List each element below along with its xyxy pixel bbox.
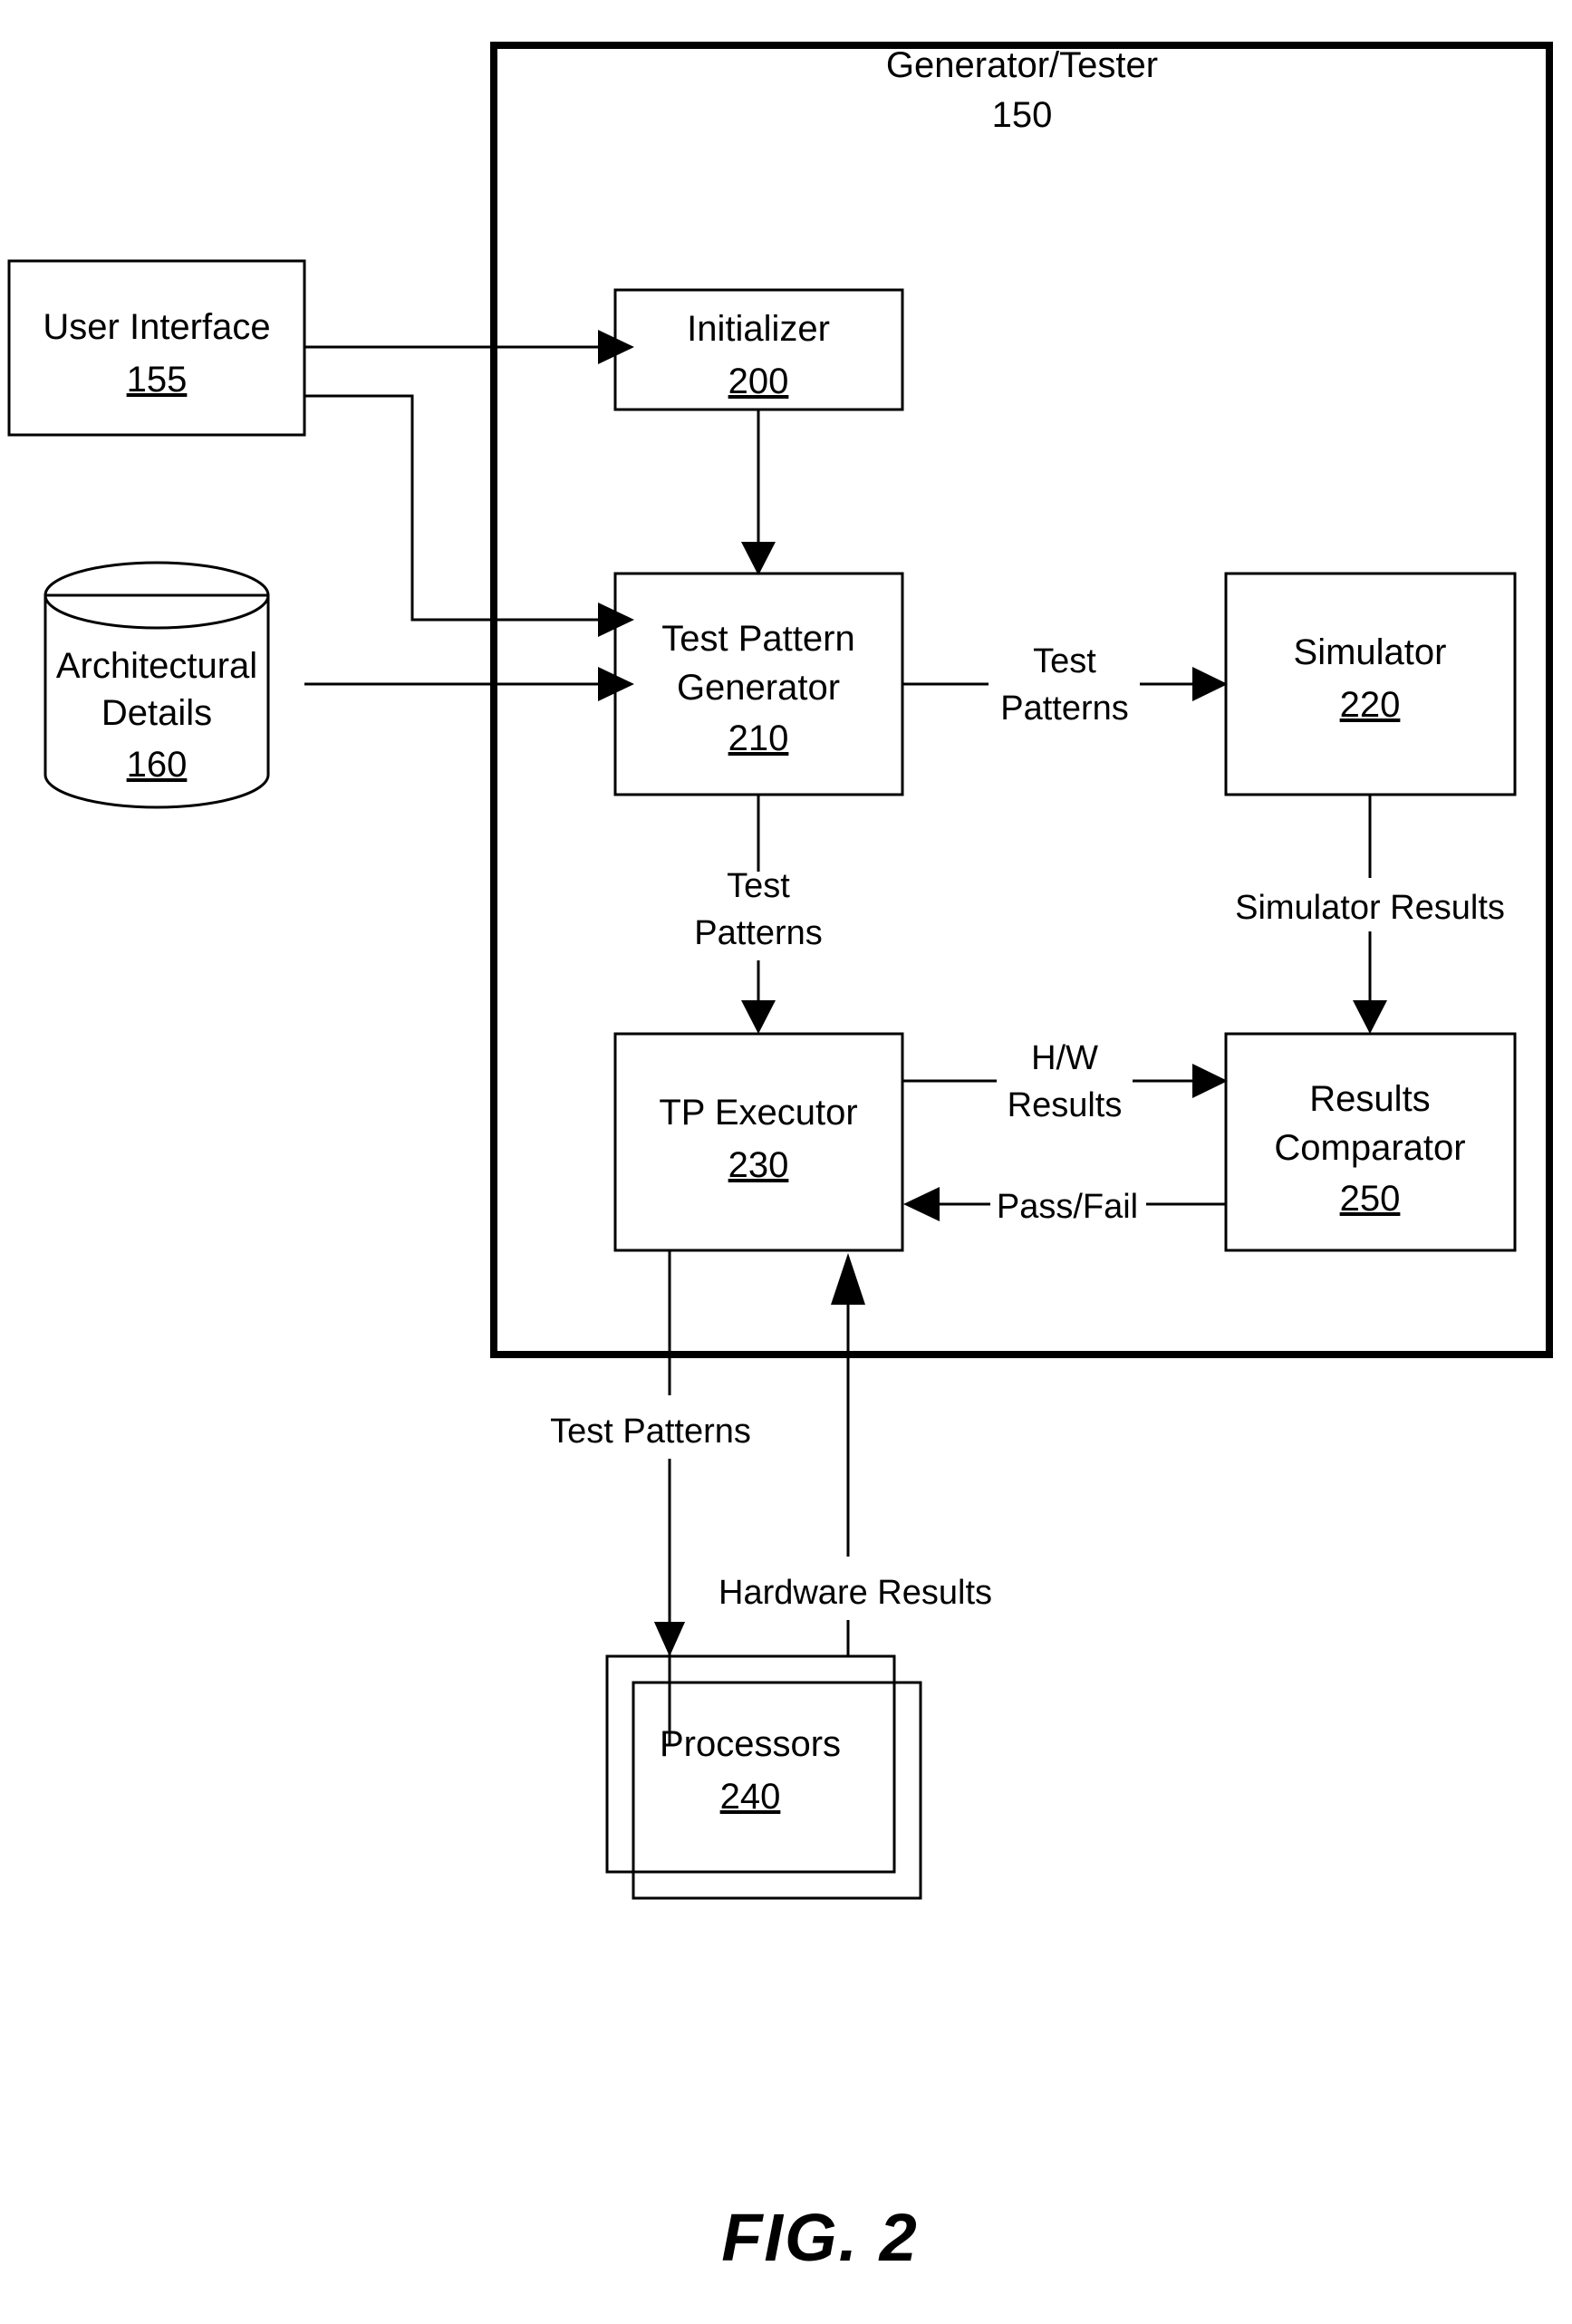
edge-label-processors-to-executor: Hardware Results: [718, 1574, 992, 1612]
node-ref-simulator: 220: [1340, 685, 1401, 725]
node-simulator: [1224, 572, 1517, 796]
node-label-tp-executor: TP Executor: [659, 1093, 857, 1133]
node-label-user-interface: User Interface: [43, 307, 270, 347]
node-ref-initializer: 200: [728, 362, 789, 401]
node-ref-tp-executor: 230: [728, 1145, 789, 1185]
node-label-test-pattern-generator-line2: Generator: [677, 668, 840, 708]
edge-label-executor-to-comparator-line2: Results: [1008, 1086, 1123, 1124]
node-label-processors: Processors: [660, 1724, 841, 1764]
edge-label-tpg-to-simulator-line1: Test: [1033, 642, 1096, 680]
edge-label-tpg-to-simulator-line2: Patterns: [1000, 689, 1129, 728]
node-label-architectural-details-line2: Details: [101, 693, 212, 733]
node-label-architectural-details-line1: Architectural: [56, 646, 257, 686]
figure-caption: FIG. 2: [721, 2200, 919, 2275]
container-ref: 150: [992, 95, 1053, 135]
edge-executor-to-processors-line: [654, 1253, 685, 1744]
node-label-results-comparator-line2: Comparator: [1274, 1128, 1465, 1168]
edge-label-executor-to-processors: Test Patterns: [550, 1413, 751, 1451]
node-label-results-comparator-line1: Results: [1309, 1079, 1430, 1119]
block-diagram: Generator/Tester 150 User Interface 155 …: [7, 42, 1553, 2275]
container-title: Generator/Tester: [886, 45, 1158, 85]
edge-label-tpg-to-executor-line1: Test: [727, 867, 790, 905]
edge-arch-to-tpg: [304, 667, 634, 701]
figure-page: Generator/Tester 150 User Interface 155 …: [0, 0, 1572, 2324]
edge-label-executor-to-comparator-line1: H/W: [1031, 1039, 1098, 1077]
node-tp-executor: [613, 1032, 904, 1252]
node-ref-results-comparator: 250: [1340, 1179, 1401, 1219]
node-ref-processors: 240: [720, 1777, 781, 1817]
node-label-simulator: Simulator: [1294, 632, 1447, 672]
edge-initializer-to-tpg: [741, 410, 776, 575]
edge-ui-to-tpg: [304, 394, 634, 637]
node-ref-user-interface: 155: [127, 360, 188, 400]
node-ref-architectural-details: 160: [127, 745, 188, 785]
edge-label-tpg-to-executor-line2: Patterns: [694, 914, 823, 952]
edge-label-simulator-to-comparator: Simulator Results: [1235, 889, 1505, 927]
node-label-test-pattern-generator-line1: Test Pattern: [661, 619, 854, 659]
node-label-initializer: Initializer: [687, 309, 830, 349]
edge-label-comparator-to-executor: Pass/Fail: [997, 1188, 1138, 1226]
node-ref-test-pattern-generator: 210: [728, 718, 789, 758]
edge-ui-to-initializer: [304, 330, 634, 364]
node-user-interface: [7, 259, 306, 437]
